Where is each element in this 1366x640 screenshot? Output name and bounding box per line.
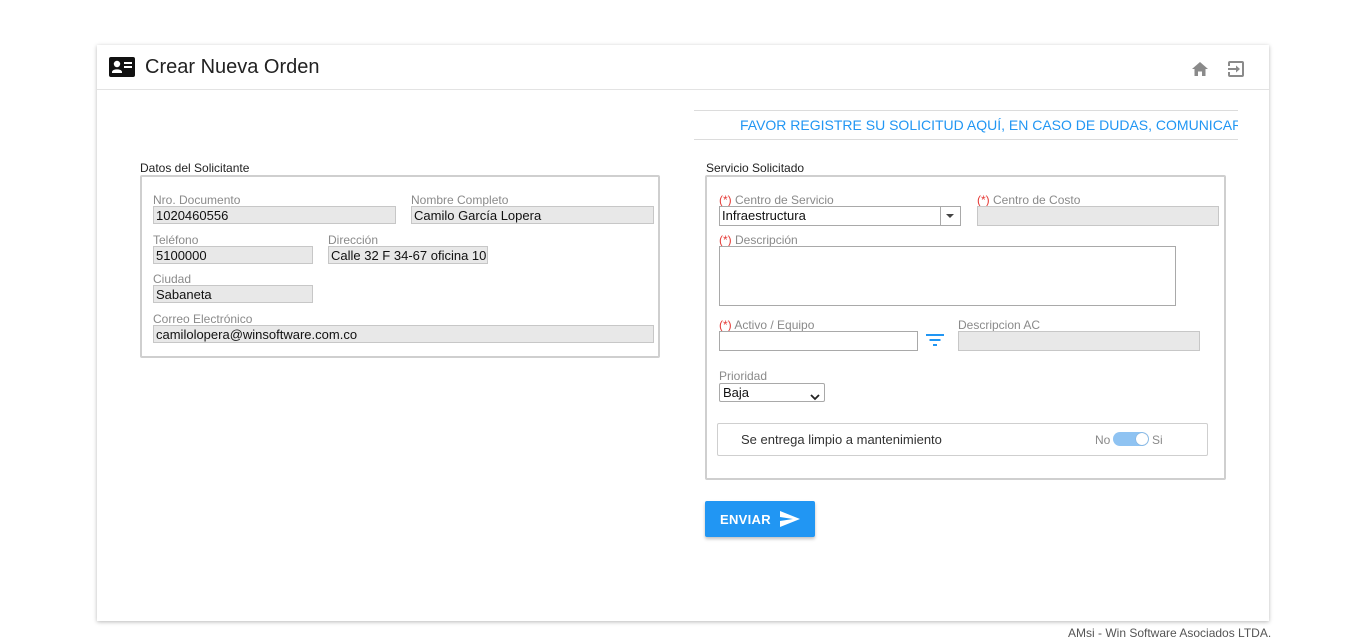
nombre-field: Camilo García Lopera	[411, 206, 654, 224]
centro-servicio-label: (*) Centro de Servicio	[719, 193, 834, 207]
filter-icon[interactable]	[925, 332, 945, 353]
required-mark: (*)	[719, 318, 732, 332]
ciudad-label: Ciudad	[153, 272, 192, 286]
required-mark: (*)	[719, 193, 732, 207]
activo-label: (*) Activo / Equipo	[719, 318, 814, 332]
nombre-label: Nombre Completo	[411, 193, 509, 207]
footer-text: AMsi - Win Software Asociados LTDA.	[1068, 626, 1272, 640]
solicitante-section-title: Datos del Solicitante	[140, 161, 250, 175]
notice-text: FAVOR REGISTRE SU SOLICITUD AQUÍ, EN CAS…	[740, 117, 1238, 133]
centro-servicio-select[interactable]: Infraestructura	[719, 206, 961, 226]
documento-field: 1020460556	[153, 206, 396, 224]
centro-servicio-value: Infraestructura	[722, 208, 806, 223]
send-icon	[779, 510, 801, 533]
send-button-label: ENVIAR	[720, 512, 771, 527]
toggle-si-label: Si	[1152, 433, 1163, 447]
telefono-label: Teléfono	[153, 233, 199, 247]
required-mark: (*)	[719, 233, 732, 247]
servicio-box: (*) Centro de Servicio Infraestructura (…	[705, 175, 1226, 480]
direccion-field: Calle 32 F 34-67 oficina 10	[328, 246, 488, 264]
send-button[interactable]: ENVIAR	[705, 501, 815, 537]
ciudad-field: Sabaneta	[153, 285, 313, 303]
exit-icon[interactable]	[1227, 60, 1245, 83]
limpio-label: Se entrega limpio a mantenimiento	[741, 432, 942, 447]
centro-costo-field	[977, 206, 1219, 226]
home-icon[interactable]	[1191, 61, 1209, 82]
notice-banner: FAVOR REGISTRE SU SOLICITUD AQUÍ, EN CAS…	[694, 110, 1238, 140]
centro-costo-label: (*) Centro de Costo	[977, 193, 1080, 207]
correo-field: camilolopera@winsoftware.com.co	[153, 325, 654, 343]
descripcion-ac-label: Descripcion AC	[958, 318, 1041, 332]
prioridad-label: Prioridad	[719, 369, 768, 383]
limpio-row: Se entrega limpio a mantenimiento No Si	[717, 423, 1208, 456]
page-title: Crear Nueva Orden	[145, 56, 320, 78]
prioridad-value: Baja	[723, 385, 750, 400]
order-card: Crear Nueva Orden FAVOR REGISTRE SU SOLI…	[97, 45, 1269, 621]
descripcion-label-text: Descripción	[735, 233, 798, 247]
chevron-down-icon[interactable]	[940, 207, 960, 225]
activo-input[interactable]	[719, 331, 918, 351]
servicio-section-title: Servicio Solicitado	[706, 161, 805, 175]
descripcion-textarea[interactable]	[719, 246, 1176, 306]
limpio-toggle[interactable]	[1113, 432, 1149, 446]
descripcion-ac-field	[958, 331, 1200, 351]
centro-costo-label-text: Centro de Costo	[993, 193, 1081, 207]
chevron-down-icon	[810, 388, 820, 405]
correo-label: Correo Electrónico	[153, 312, 253, 326]
centro-servicio-label-text: Centro de Servicio	[735, 193, 834, 207]
toggle-no-label: No	[1095, 433, 1111, 447]
descripcion-label: (*) Descripción	[719, 233, 798, 247]
solicitante-box: Nro. Documento 1020460556 Nombre Complet…	[140, 175, 660, 358]
direccion-label: Dirección	[328, 233, 379, 247]
documento-label: Nro. Documento	[153, 193, 241, 207]
required-mark: (*)	[977, 193, 990, 207]
card-header: Crear Nueva Orden	[97, 45, 1269, 90]
activo-label-text: Activo / Equipo	[734, 318, 815, 332]
toggle-knob	[1136, 433, 1148, 445]
telefono-field: 5100000	[153, 246, 313, 264]
contact-card-icon	[109, 57, 135, 82]
prioridad-select[interactable]: Baja	[719, 383, 825, 402]
